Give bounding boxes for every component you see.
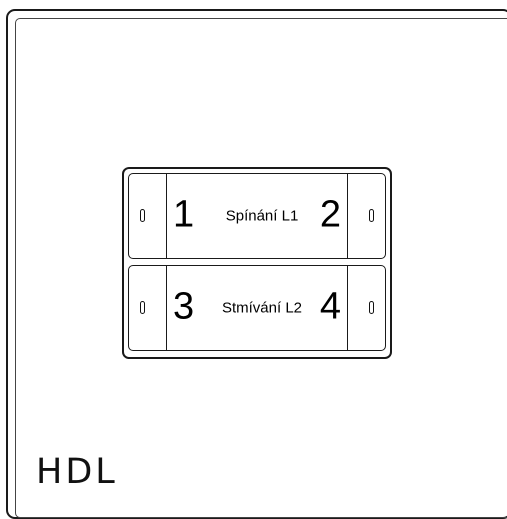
key-3[interactable]	[129, 266, 167, 350]
rocker-button-2[interactable]: 3 Stmívání L2 4	[128, 265, 386, 351]
rocker-label-2: Stmívání L2	[221, 299, 303, 317]
key-number-1: 1	[173, 193, 195, 236]
keypad: 1 Spínání L1 2 3 Stmívání L2 4	[122, 167, 392, 359]
key-1[interactable]	[129, 174, 167, 258]
key-2[interactable]	[347, 174, 385, 258]
key-4[interactable]	[347, 266, 385, 350]
brand-logo: HDL	[36, 452, 118, 492]
key-number-3: 3	[173, 285, 195, 328]
led-indicator-icon	[140, 301, 145, 314]
key-number-2: 2	[319, 193, 341, 236]
led-indicator-icon	[369, 209, 374, 222]
rocker-label-1: Spínání L1	[225, 207, 299, 225]
led-indicator-icon	[369, 301, 374, 314]
rocker-button-1[interactable]: 1 Spínání L1 2	[128, 173, 386, 259]
led-indicator-icon	[140, 209, 145, 222]
key-number-4: 4	[319, 285, 341, 328]
